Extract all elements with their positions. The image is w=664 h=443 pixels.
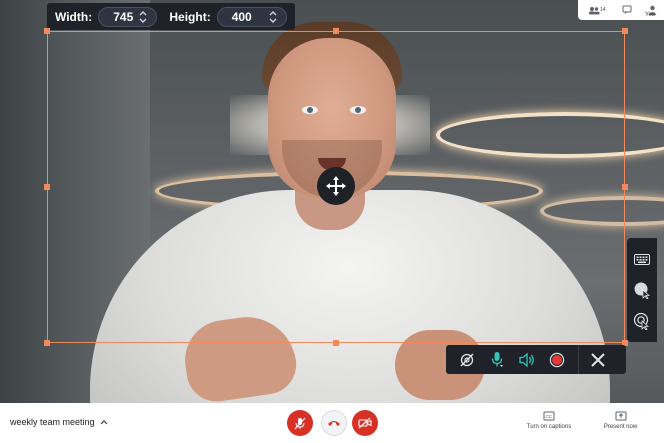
- mute-button[interactable]: [287, 410, 313, 436]
- width-stepper-icon[interactable]: [138, 9, 148, 25]
- microphone-button[interactable]: [482, 348, 512, 372]
- annotation-toolbar: [627, 238, 657, 342]
- svg-text:CC: CC: [546, 414, 553, 419]
- captions-button[interactable]: CC Turn on captions: [524, 411, 574, 430]
- recording-toolbar: [446, 345, 626, 374]
- participants-button[interactable]: 14: [588, 6, 606, 15]
- width-value[interactable]: 745: [113, 10, 133, 24]
- close-button[interactable]: [583, 348, 613, 372]
- participants-count: 14: [600, 7, 606, 13]
- record-icon: [549, 352, 565, 367]
- captions-icon: CC: [543, 411, 555, 421]
- resize-handle-bottom[interactable]: [333, 340, 339, 346]
- height-stepper-icon[interactable]: [268, 9, 278, 25]
- keyboard-button[interactable]: [631, 248, 653, 270]
- camera-button[interactable]: [352, 410, 378, 436]
- resize-handle-left[interactable]: [44, 184, 50, 190]
- captions-label: Turn on captions: [526, 424, 572, 430]
- width-input[interactable]: 745: [98, 6, 158, 27]
- chevron-up-icon: [100, 420, 107, 425]
- move-handle[interactable]: [317, 167, 355, 205]
- resize-handle-top[interactable]: [333, 28, 339, 34]
- present-label: Present now: [603, 424, 638, 430]
- toolbar-divider: [578, 345, 579, 374]
- video-off-icon: [358, 417, 372, 429]
- click-ripple-button[interactable]: [631, 310, 653, 332]
- click-ripple-icon: [633, 312, 650, 330]
- width-label: Width:: [55, 9, 93, 24]
- leave-call-button[interactable]: [321, 410, 347, 436]
- meeting-details-toggle[interactable]: weekly team meeting: [10, 417, 108, 427]
- cursor-highlight-icon: [634, 282, 651, 299]
- cursor-highlight-button[interactable]: [631, 279, 653, 301]
- camera-off-icon: [460, 353, 474, 366]
- meeting-name: weekly team meeting: [10, 417, 95, 427]
- move-arrows-icon: [326, 176, 346, 196]
- you-label: You: [645, 12, 656, 18]
- meeting-controls-bar: weekly team meeting CC Turn on captions …: [0, 403, 664, 443]
- height-input[interactable]: 400: [216, 6, 287, 27]
- present-screen-icon: [615, 411, 626, 421]
- resize-handle-right[interactable]: [622, 184, 628, 190]
- height-label: Height:: [169, 9, 211, 24]
- resize-handle-top-left[interactable]: [44, 28, 50, 34]
- capture-size-bar: Width: 745 Height: 400: [47, 3, 295, 30]
- system-audio-button[interactable]: [512, 348, 542, 372]
- height-value[interactable]: 400: [232, 10, 252, 24]
- chat-icon: [622, 5, 632, 14]
- microphone-icon: [491, 352, 503, 367]
- camera-toggle-button[interactable]: [452, 348, 482, 372]
- keyboard-icon: [634, 253, 650, 265]
- hang-up-icon: [328, 421, 340, 426]
- speaker-icon: [519, 352, 534, 367]
- chat-button[interactable]: [622, 5, 632, 15]
- resize-handle-top-right[interactable]: [622, 28, 628, 34]
- close-icon: [591, 352, 605, 367]
- people-icon: [589, 6, 600, 14]
- resize-handle-bottom-left[interactable]: [44, 340, 50, 346]
- mic-off-icon: [294, 417, 306, 429]
- record-button[interactable]: [542, 348, 572, 372]
- present-button[interactable]: Present now: [598, 411, 643, 430]
